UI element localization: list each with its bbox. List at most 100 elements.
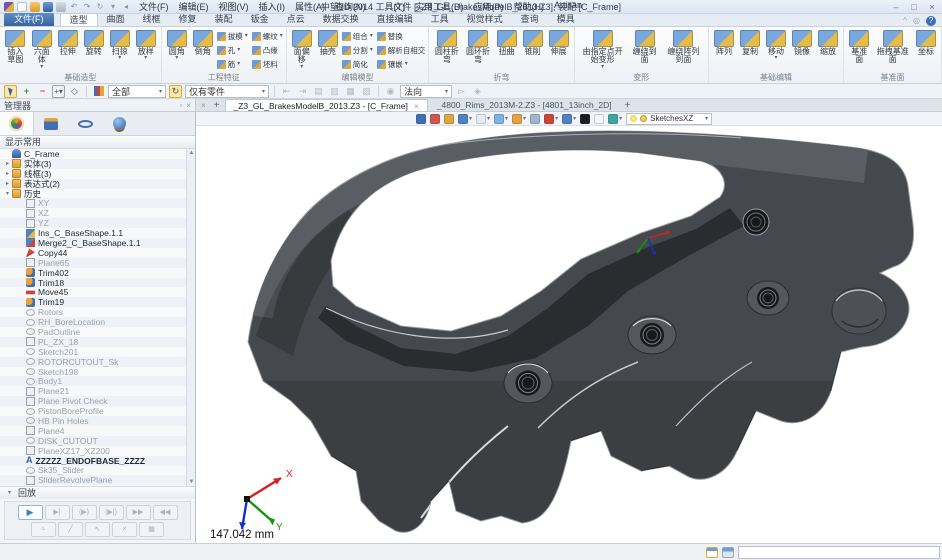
circle-display-icon[interactable]: ▾: [512, 114, 526, 124]
ribbon-button-移动[interactable]: 移动▾: [764, 28, 788, 62]
refresh-icon[interactable]: ↻: [169, 85, 182, 98]
ribbon-tab-查询[interactable]: 查询: [512, 13, 548, 26]
close-button[interactable]: ×: [926, 2, 938, 12]
ribbon-button-六面体[interactable]: 六面体▾: [30, 28, 54, 71]
tree-item-Plane65[interactable]: Plane65: [0, 258, 186, 268]
tree-item-PlaneXZ17_XZ200[interactable]: PlaneXZ17_XZ200: [0, 446, 186, 456]
tree-item-Sk35_Slider[interactable]: Sk35_Slider: [0, 466, 186, 476]
ribbon-button-坐标[interactable]: 坐标: [914, 28, 938, 57]
wireframe-cube-icon[interactable]: ▾: [476, 114, 490, 124]
ribbon-tab-装配[interactable]: 装配: [206, 13, 242, 26]
dropdown-arrow-icon[interactable]: ▾: [108, 2, 118, 12]
shaded-cube-icon[interactable]: ▾: [458, 114, 472, 124]
panel-icon[interactable]: [722, 547, 734, 558]
zoom-extents-icon[interactable]: [530, 114, 540, 124]
menu-item-6[interactable]: 查询(N): [335, 0, 366, 13]
ribbon-button-替换[interactable]: 替换: [377, 29, 426, 43]
chevron-right-icon[interactable]: ▸: [3, 180, 12, 187]
tree-item-DISK_CUTOUT[interactable]: DISK_CUTOUT: [0, 436, 186, 446]
tab-assembly-manager[interactable]: [34, 112, 68, 135]
chevron-right-icon[interactable]: ▸: [3, 160, 12, 167]
close-all-tabs-icon[interactable]: ×: [201, 101, 206, 110]
new-document-button[interactable]: +: [214, 100, 220, 111]
ribbon-button-伸展[interactable]: 伸展: [547, 28, 571, 57]
window-icon[interactable]: [706, 547, 718, 558]
ribbon-button-拔模[interactable]: 拔模▾: [217, 29, 248, 43]
close-panel-icon[interactable]: ×: [186, 101, 191, 110]
chart-icon[interactable]: [92, 85, 105, 98]
ribbon-button-由指定点开始变形[interactable]: 由指定点开始变形▾: [578, 28, 628, 71]
tree-item-Merge2_C_BaseShape.1.1[interactable]: Merge2_C_BaseShape.1.1: [0, 238, 186, 248]
tree-item-实体(3)[interactable]: ▸实体(3): [0, 159, 186, 169]
new-document-button[interactable]: +: [625, 100, 631, 111]
ribbon-button-锥削[interactable]: 锥削: [521, 28, 545, 57]
tab-history-manager[interactable]: [0, 112, 34, 135]
ribbon-button-缩放[interactable]: 缩放: [816, 28, 840, 57]
document-tab-1[interactable]: _Z3_GL_BrakesModelB_2013.Z3 - [C_Frame]×: [225, 99, 428, 111]
tab-visibility-manager[interactable]: [68, 112, 102, 135]
ribbon-button-镜像[interactable]: 镜像: [790, 28, 814, 57]
undo-icon[interactable]: ↶: [69, 2, 79, 12]
ribbon-tab-造型[interactable]: 造型: [60, 13, 98, 26]
ribbon-tab-点云[interactable]: 点云: [278, 13, 314, 26]
redo-icon[interactable]: ↷: [82, 2, 92, 12]
tree-item-Plane4[interactable]: Plane4: [0, 426, 186, 436]
menu-item-5[interactable]: 属性(A): [295, 0, 325, 13]
rewind-button[interactable]: ◀◀: [153, 505, 178, 520]
ribbon-button-拖拽基准面[interactable]: 拖拽基准面: [874, 28, 912, 66]
lasso-icon[interactable]: ◇: [68, 85, 81, 98]
ribbon-button-复制[interactable]: 复制: [738, 28, 762, 57]
annotate-user-icon[interactable]: [416, 114, 426, 124]
tree-item-Body1[interactable]: Body1: [0, 376, 186, 386]
maximize-button[interactable]: □: [908, 2, 920, 12]
ribbon-tab-修复[interactable]: 修复: [170, 13, 206, 26]
open-file-icon[interactable]: [30, 2, 40, 12]
eraser-icon[interactable]: [430, 114, 440, 124]
ribbon-button-简化[interactable]: 简化: [342, 57, 373, 71]
tree-item-Plane21[interactable]: Plane21: [0, 386, 186, 396]
ribbon-button-解析自相交[interactable]: 解析自相交: [377, 43, 426, 57]
menu-item-7[interactable]: 工具(T): [376, 0, 406, 13]
ribbon-button-坯料[interactable]: 坯料: [252, 57, 283, 71]
menu-item-10[interactable]: 帮助(H): [514, 0, 545, 13]
menu-item-8[interactable]: 实用工具(U): [415, 0, 464, 13]
layers-icon[interactable]: ▾: [562, 114, 576, 124]
background-white-swatch[interactable]: [594, 114, 604, 124]
ribbon-button-扫掠[interactable]: 扫掠▾: [108, 28, 132, 62]
section-view-icon[interactable]: ▾: [544, 114, 558, 124]
tree-item-Sketch201[interactable]: Sketch201: [0, 347, 186, 357]
tree-item-Rotors[interactable]: Rotors: [0, 307, 186, 317]
minimize-button[interactable]: –: [890, 2, 902, 12]
ribbon-tab-钣金[interactable]: 钣金: [242, 13, 278, 26]
play-selected-button[interactable]: (▶): [72, 505, 97, 520]
menu-item-9[interactable]: 应用(P): [474, 0, 504, 13]
step-to-end-button[interactable]: ▶|: [45, 505, 70, 520]
print-icon[interactable]: [56, 2, 66, 12]
ribbon-button-面偏移[interactable]: 面偏移▾: [290, 28, 314, 71]
tree-item-ROTORCUTOUT_Sk[interactable]: ROTORCUTOUT_Sk: [0, 357, 186, 367]
tree-item-SliderRevolvePlane[interactable]: SliderRevolvePlane: [0, 475, 186, 485]
ribbon-button-插入草图[interactable]: 插入草图: [3, 28, 28, 66]
chevron-right-icon[interactable]: ▸: [3, 170, 12, 177]
tree-item-Trim402[interactable]: Trim402: [0, 268, 186, 278]
scope-filter-select[interactable]: 全部▾: [108, 85, 166, 98]
delete-button[interactable]: ×: [112, 522, 137, 537]
spline-tool-button[interactable]: ≈: [31, 522, 56, 537]
ribbon-tab-线框[interactable]: 线框: [134, 13, 170, 26]
tree-item-表达式(2)[interactable]: ▸表达式(2): [0, 179, 186, 189]
ribbon-button-凸缘[interactable]: 凸缘: [252, 43, 283, 57]
add-selection-icon[interactable]: +: [20, 85, 33, 98]
ribbon-button-放样[interactable]: 放样▾: [134, 28, 158, 62]
tree-scrollbar[interactable]: ▲ ▼: [186, 149, 195, 486]
save-icon[interactable]: [43, 2, 53, 12]
ribbon-button-镶嵌[interactable]: 镶嵌▾: [377, 57, 426, 71]
normal-mode-select[interactable]: 法向▾: [400, 85, 452, 98]
chevron-down-icon[interactable]: ▾: [3, 190, 12, 197]
ribbon-button-圆角[interactable]: 圆角▾: [165, 28, 189, 62]
ribbon-button-分割[interactable]: 分割▾: [342, 43, 373, 57]
ribbon-button-阵列[interactable]: 阵列: [712, 28, 736, 57]
play-button[interactable]: ▶: [18, 505, 43, 520]
menu-item-11[interactable]: Artisan: [554, 0, 582, 13]
tree-item-PistonBoreProfile[interactable]: PistonBoreProfile: [0, 406, 186, 416]
replay-section-header[interactable]: ▾ 回放: [0, 486, 195, 499]
